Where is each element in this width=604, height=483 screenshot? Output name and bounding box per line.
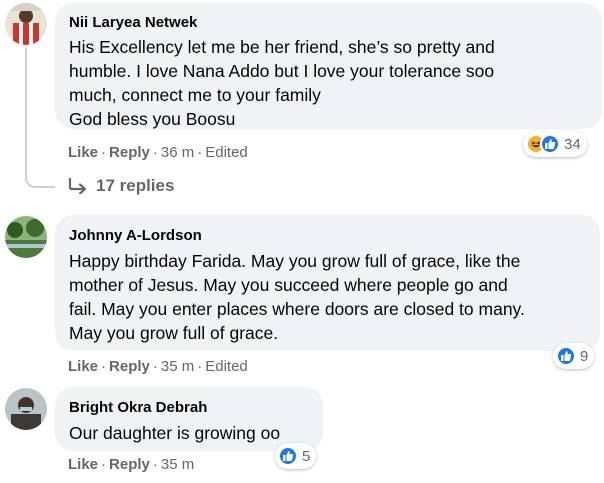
edited-label: Edited xyxy=(205,358,248,375)
comment-bubble: Johnny A-Lordson Happy birthday Farida. … xyxy=(55,215,600,351)
like-button[interactable]: Like xyxy=(68,456,98,473)
comment-actions: Like · Reply · 36 m · Edited xyxy=(68,144,248,161)
avatar-johnny-a-lordson[interactable] xyxy=(5,216,47,258)
replies-count-label: 17 replies xyxy=(96,176,175,195)
timestamp[interactable]: 35 m xyxy=(161,456,194,473)
reaction-count: 9 xyxy=(580,347,589,365)
avatar-nii-laryea-netwek[interactable] xyxy=(5,3,47,45)
reaction-summary[interactable]: 9 xyxy=(553,343,595,369)
comment-author[interactable]: Bright Okra Debrah xyxy=(69,398,311,418)
edited-label: Edited xyxy=(205,144,248,161)
reaction-count: 5 xyxy=(302,447,311,465)
reply-button[interactable]: Reply xyxy=(109,358,150,375)
reply-button[interactable]: Reply xyxy=(109,144,150,161)
like-icon xyxy=(556,346,576,366)
comment-text: Our daughter is growing oo xyxy=(69,423,281,443)
thread-connector xyxy=(25,48,55,188)
reaction-count: 34 xyxy=(564,135,581,153)
comment-actions: Like · Reply · 35 m xyxy=(68,456,195,473)
timestamp[interactable]: 35 m xyxy=(161,358,194,375)
reply-button[interactable]: Reply xyxy=(109,456,150,473)
comment-author[interactable]: Johnny A-Lordson xyxy=(69,226,588,246)
comment-bubble: Bright Okra Debrah Our daughter is growi… xyxy=(55,387,323,451)
like-icon xyxy=(278,446,298,466)
reaction-summary[interactable]: 34 xyxy=(523,131,587,157)
reaction-summary[interactable]: 5 xyxy=(275,443,317,469)
timestamp[interactable]: 36 m xyxy=(161,144,194,161)
comment-author[interactable]: Nii Laryea Netwek xyxy=(69,13,590,33)
avatar-bright-okra-debrah[interactable] xyxy=(5,388,47,430)
comment-actions: Like · Reply · 35 m · Edited xyxy=(68,358,248,375)
like-button[interactable]: Like xyxy=(68,358,98,375)
like-button[interactable]: Like xyxy=(68,144,98,161)
like-icon xyxy=(540,134,560,154)
reply-arrow-icon xyxy=(68,178,87,194)
comment-text: Happy birthday Farida. May you grow full… xyxy=(69,251,525,343)
view-replies-link[interactable]: 17 replies xyxy=(68,176,174,196)
comment-text: His Excellency let me be her friend, she… xyxy=(69,37,495,129)
comment-bubble: Nii Laryea Netwek His Excellency let me … xyxy=(55,3,602,129)
